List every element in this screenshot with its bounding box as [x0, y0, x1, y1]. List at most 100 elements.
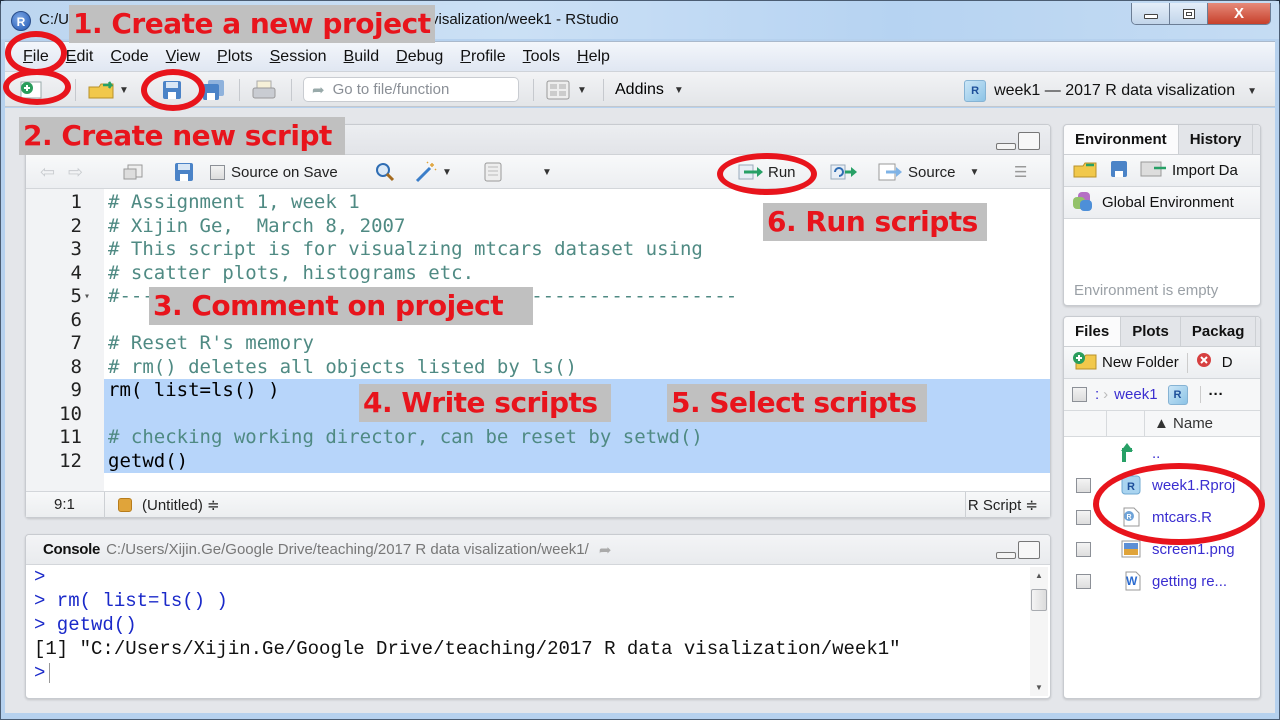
menu-profile[interactable]: Profile [460, 48, 505, 66]
source-button[interactable]: Source ▼ [878, 161, 979, 183]
magic-wand-icon [415, 161, 437, 183]
file-checkbox[interactable] [1076, 509, 1091, 525]
menu-help[interactable]: Help [577, 48, 610, 66]
menu-plots[interactable]: Plots [217, 48, 253, 66]
tab-environment[interactable]: Environment [1064, 125, 1179, 154]
minimize-pane-icon[interactable] [996, 143, 1016, 150]
project-name: week1 — 2017 R data visalization [994, 82, 1236, 99]
fold-toggle-icon[interactable]: ▾ [84, 285, 90, 309]
console-scrollbar[interactable]: ▲ ▼ [1030, 567, 1048, 696]
menu-view[interactable]: View [166, 48, 200, 66]
print-button[interactable] [251, 77, 277, 103]
code-line[interactable]: 12 getwd() [59, 449, 1050, 473]
addins-button[interactable]: Addins ▼ [615, 77, 684, 103]
chevron-down-icon: ▼ [673, 84, 684, 96]
maximize-pane-icon[interactable] [1018, 541, 1040, 559]
console-prompt: > [34, 590, 46, 612]
menu-debug[interactable]: Debug [396, 48, 443, 66]
show-in-window-button[interactable] [122, 161, 144, 183]
breadcrumb-home[interactable]: : [1095, 386, 1099, 403]
rerun-button[interactable] [830, 161, 860, 183]
source-on-save-checkbox[interactable]: Source on Save [210, 161, 338, 183]
chevron-down-icon[interactable]: ▼ [577, 85, 587, 96]
parent-directory-link[interactable]: .. [1152, 445, 1160, 462]
line-number: 5 [70, 285, 82, 307]
console-cursor[interactable] [49, 662, 51, 683]
name-column-header[interactable]: ▲ Name [1154, 415, 1213, 432]
go-to-directory-icon[interactable]: ➦ [599, 541, 612, 559]
project-selector[interactable]: R week1 — 2017 R data visalization ▼ [964, 80, 1257, 102]
console-input-text: rm( list=ls() ) [45, 590, 228, 612]
menu-tools[interactable]: Tools [523, 48, 560, 66]
maximize-icon [1182, 8, 1195, 19]
code-line[interactable]: 11 # checking working director, can be re… [59, 426, 1050, 450]
minimize-button[interactable] [1132, 3, 1170, 24]
load-workspace-icon[interactable] [1072, 159, 1100, 183]
environment-scope[interactable]: Global Environment [1064, 187, 1260, 219]
more-options-button[interactable]: ▼ [542, 161, 552, 183]
import-dataset-button[interactable]: Import Da [1172, 162, 1238, 179]
file-checkbox[interactable] [1076, 477, 1091, 493]
source-icon [878, 163, 902, 181]
scope-selector[interactable]: (Untitled) ≑ [118, 496, 220, 514]
code-text: getwd() [108, 449, 189, 472]
chevron-down-icon[interactable]: ▼ [970, 167, 980, 178]
delete-button[interactable]: D [1222, 354, 1233, 371]
go-to-file-input[interactable]: ➦ Go to file/function [303, 77, 519, 102]
line-number: 4 [70, 261, 82, 284]
minimize-pane-icon[interactable] [996, 552, 1016, 559]
maximize-button[interactable] [1170, 3, 1208, 24]
forward-arrow-icon: ⇨ [68, 161, 84, 182]
file-checkbox[interactable] [1076, 573, 1091, 589]
chevron-down-icon[interactable]: ▼ [119, 85, 129, 96]
code-line[interactable]: 4 # scatter plots, histograms etc. [26, 262, 1050, 286]
console-tab[interactable]: Console [43, 541, 100, 558]
select-all-checkbox[interactable] [1072, 387, 1087, 402]
maximize-pane-icon[interactable] [1018, 132, 1040, 150]
tab-history[interactable]: History [1179, 125, 1254, 154]
close-icon: X [1233, 5, 1244, 22]
scroll-up-icon[interactable]: ▲ [1035, 571, 1043, 580]
menu-build[interactable]: Build [344, 48, 380, 66]
code-line[interactable]: 3 # This script is for visualzing mtcars … [26, 238, 1050, 262]
open-folder-icon [88, 81, 114, 99]
status-divider [104, 492, 105, 518]
file-row[interactable]: Wgetting re... [1064, 565, 1260, 597]
menu-code[interactable]: Code [110, 48, 148, 66]
close-button[interactable]: X [1208, 3, 1270, 24]
line-number: 10 [59, 402, 82, 425]
import-dataset-icon [1140, 160, 1170, 182]
code-tools-button[interactable]: ▼ [414, 161, 452, 183]
pane-layout-button[interactable]: ▼ [545, 77, 587, 103]
breadcrumb-week1[interactable]: week1 [1114, 386, 1157, 403]
file-name-link[interactable]: getting re... [1152, 573, 1227, 590]
code-line[interactable]: 8 # rm() deletes all objects listed by ls… [26, 356, 1050, 380]
more-button[interactable]: ··· [1199, 386, 1224, 403]
code-line[interactable]: 7 # Reset R's memory [26, 332, 1050, 356]
menu-session[interactable]: Session [270, 48, 327, 66]
new-folder-icon [1072, 351, 1098, 375]
rproj-icon: R [964, 80, 987, 102]
console-output[interactable]: > > rm( list=ls() ) > getwd() [1] "C:/Users… [26, 565, 1050, 698]
save-workspace-icon[interactable] [1110, 160, 1128, 182]
document-outline-button[interactable]: ☰ [1014, 161, 1027, 183]
annotation-create-project: 1. Create a new project [69, 5, 435, 43]
line-number: 7 [70, 332, 82, 354]
tab-packages[interactable]: Packag [1181, 317, 1257, 346]
forward-button[interactable]: ⇨ [68, 161, 83, 183]
compile-report-button[interactable] [482, 161, 504, 183]
file-checkbox[interactable] [1076, 541, 1091, 557]
tab-files[interactable]: Files [1064, 317, 1122, 346]
open-project-button[interactable]: ▼ [87, 77, 129, 103]
save-script-button[interactable] [174, 161, 194, 183]
file-type-selector[interactable]: R Script ≑ [968, 496, 1038, 514]
new-folder-button[interactable]: New Folder [1102, 354, 1179, 371]
code-text: rm( list=ls() ) [108, 379, 280, 401]
scrollbar-thumb[interactable] [1031, 589, 1047, 611]
menu-edit[interactable]: Edit [66, 48, 94, 66]
back-button[interactable]: ⇦ [40, 161, 55, 183]
find-button[interactable] [374, 161, 396, 183]
scroll-down-icon[interactable]: ▼ [1035, 683, 1043, 692]
addins-label: Addins [615, 81, 664, 98]
tab-plots[interactable]: Plots [1121, 317, 1181, 346]
